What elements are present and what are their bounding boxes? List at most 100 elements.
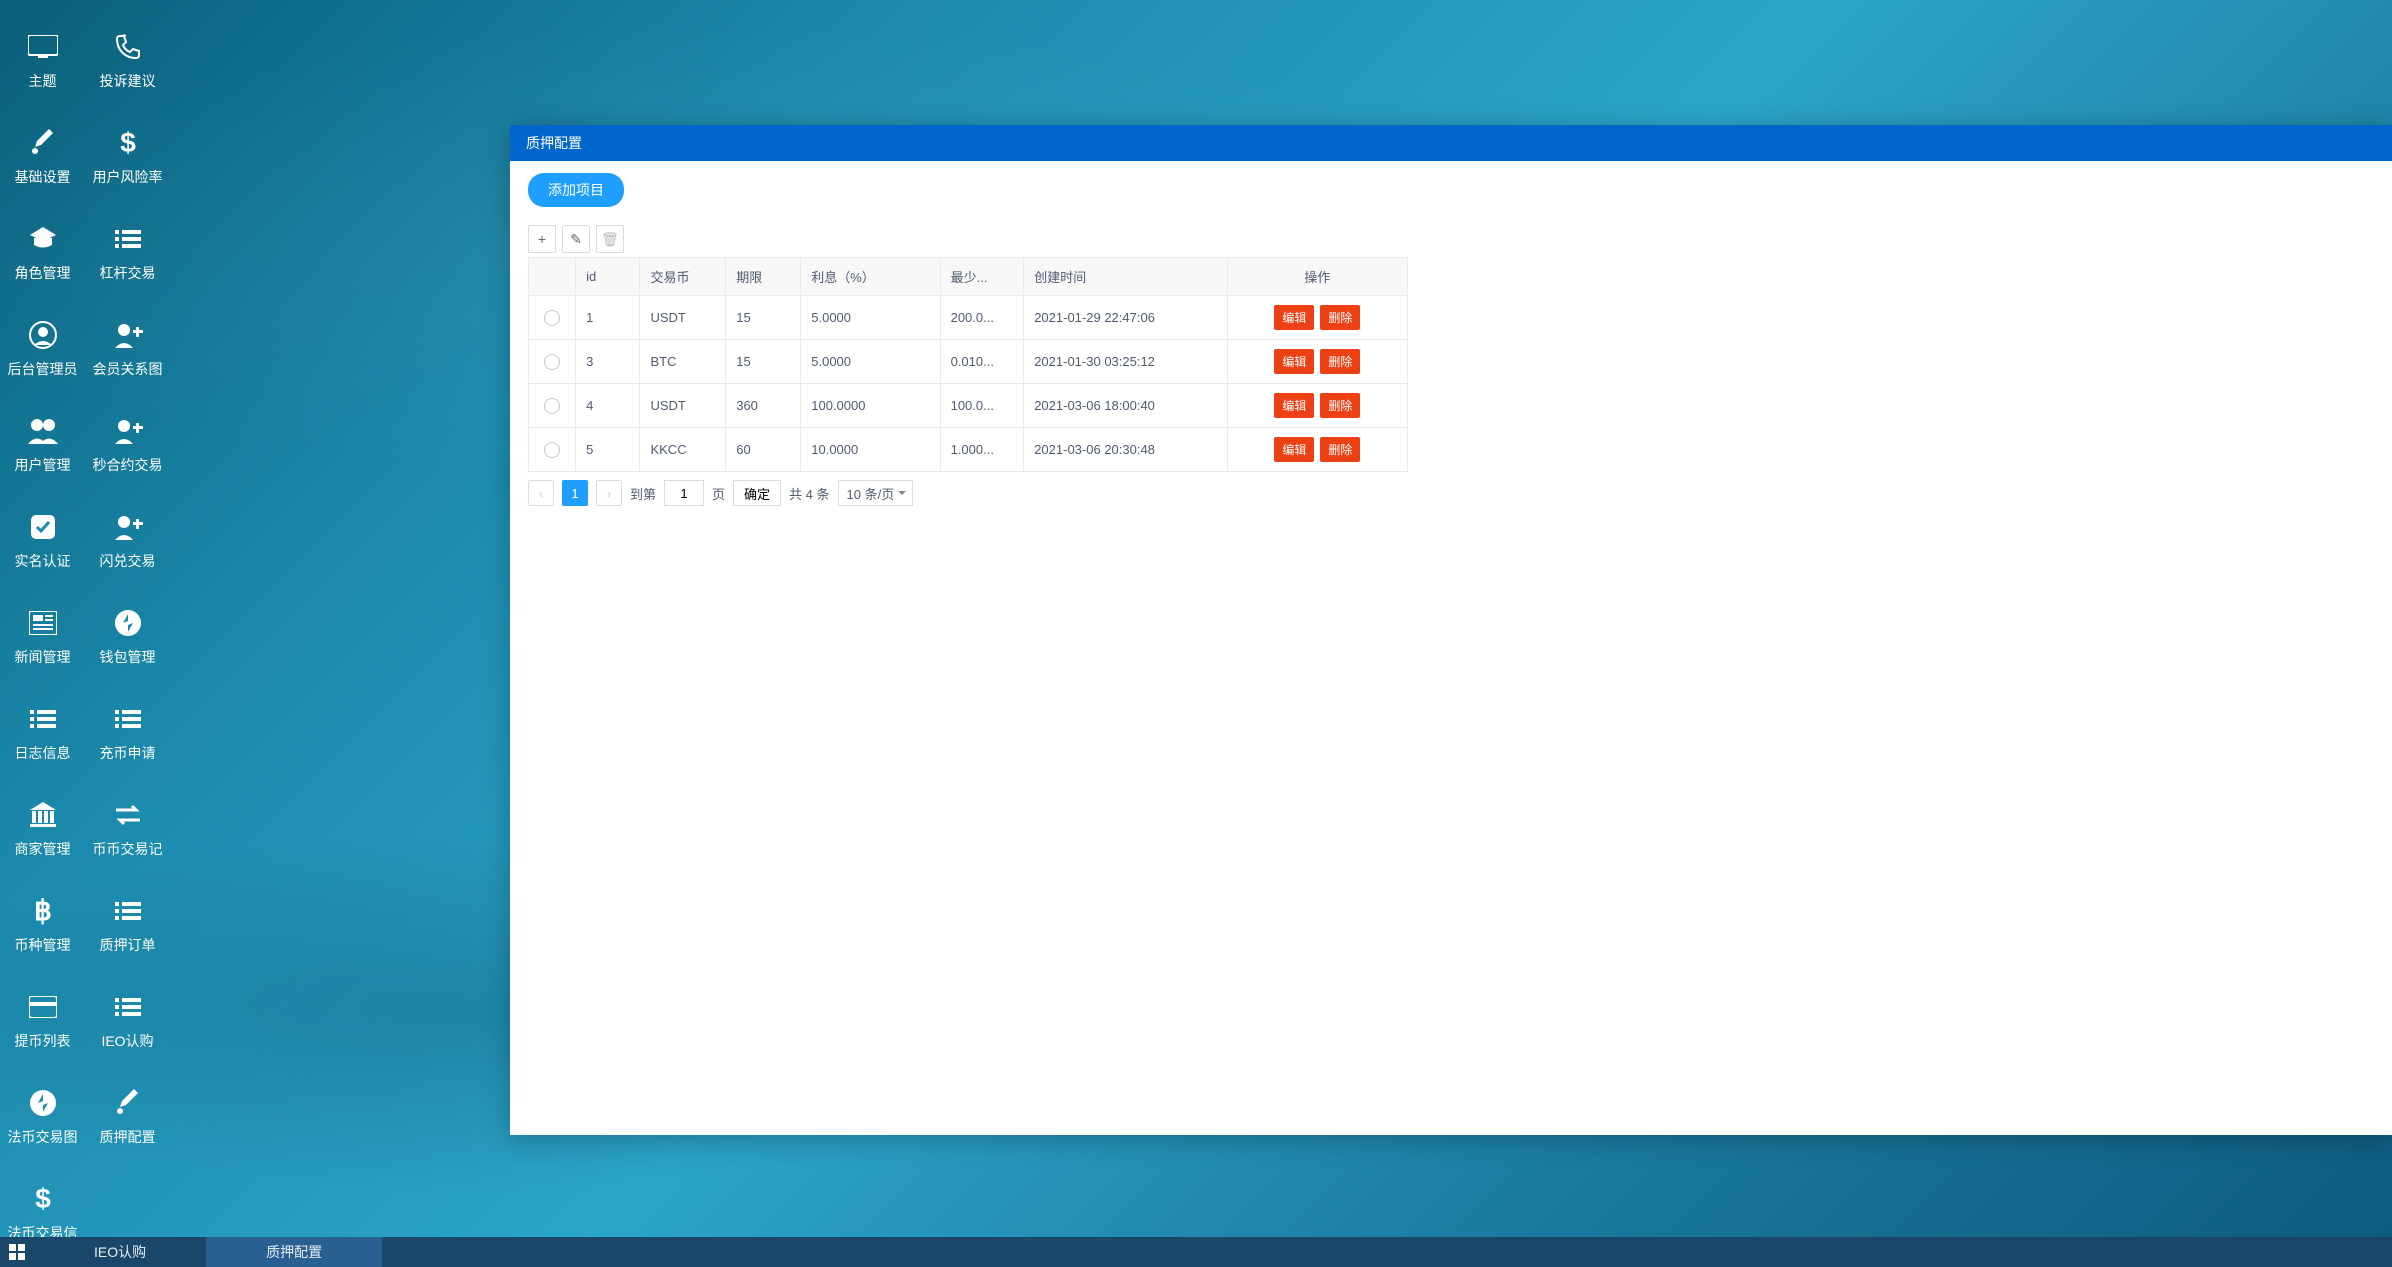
cell-min: 200.0...: [940, 296, 1024, 340]
cell-rate: 5.0000: [801, 296, 940, 340]
desktop-icon-basic-settings[interactable]: 基础设置: [0, 106, 85, 202]
desktop-icon-member-relation[interactable]: 会员关系图: [85, 298, 170, 394]
cell-min: 1.000...: [940, 428, 1024, 472]
chevron-right-icon: ›: [607, 486, 611, 501]
desktop-icon-fiat-chart[interactable]: 法币交易图: [0, 1066, 85, 1162]
cell-id: 3: [576, 340, 640, 384]
cell-term: 15: [726, 340, 801, 384]
windows-icon: [9, 1244, 25, 1260]
page-size-value: 10 条/页: [847, 484, 895, 503]
page-size-select[interactable]: 10 条/页: [838, 480, 914, 506]
taskbar-item-ieo[interactable]: IEO认购: [34, 1237, 206, 1267]
row-edit-button[interactable]: 编辑: [1274, 393, 1314, 418]
col-checkbox: [529, 258, 576, 296]
row-delete-button[interactable]: 删除: [1320, 305, 1360, 330]
row-edit-button[interactable]: 编辑: [1274, 437, 1314, 462]
cell-op: 编辑删除: [1227, 428, 1407, 472]
desktop-icon-admin[interactable]: 后台管理员: [0, 298, 85, 394]
desktop-icon-label: 投诉建议: [100, 71, 156, 91]
row-delete-button[interactable]: 删除: [1320, 393, 1360, 418]
cell-coin: KKCC: [640, 428, 726, 472]
goto-page-input[interactable]: [664, 480, 704, 506]
desktop-icon-ieo[interactable]: IEO认购: [85, 970, 170, 1066]
desktop-icon-pledge-order[interactable]: 质押订单: [85, 874, 170, 970]
goto-confirm-button[interactable]: 确定: [733, 480, 781, 506]
desktop-icon-label: 闪兑交易: [100, 551, 156, 571]
desktop-icon-theme[interactable]: 主题: [0, 10, 85, 106]
cell-op: 编辑删除: [1227, 340, 1407, 384]
add-item-button[interactable]: 添加项目: [528, 173, 624, 207]
table-add-button[interactable]: +: [528, 225, 556, 253]
cell-term: 360: [726, 384, 801, 428]
row-edit-button[interactable]: 编辑: [1274, 305, 1314, 330]
table-action-bar: + ✎ 🗑: [528, 217, 2374, 257]
plus-icon: +: [538, 231, 546, 247]
desktop-icon-risk-rate[interactable]: $用户风险率: [85, 106, 170, 202]
desktop-icon-pledge-config[interactable]: 质押配置: [85, 1066, 170, 1162]
page-next-button[interactable]: ›: [596, 480, 622, 506]
start-button[interactable]: [0, 1237, 34, 1267]
cell-rate: 100.0000: [801, 384, 940, 428]
desktop-icon-withdraw-list[interactable]: 提币列表: [0, 970, 85, 1066]
row-delete-button[interactable]: 删除: [1320, 349, 1360, 374]
desktop-icon-role-manage[interactable]: 角色管理: [0, 202, 85, 298]
pencil-icon: ✎: [570, 231, 582, 248]
desktop-icon-coin-type[interactable]: ฿币种管理: [0, 874, 85, 970]
table-row: 1USDT155.0000200.0...2021-01-29 22:47:06…: [529, 296, 1408, 340]
cell-id: 1: [576, 296, 640, 340]
desktop-icon-second-contract[interactable]: 秒合约交易: [85, 394, 170, 490]
row-delete-button[interactable]: 删除: [1320, 437, 1360, 462]
desktop-icon-label: 实名认证: [15, 551, 71, 571]
row-checkbox[interactable]: [544, 354, 560, 370]
window-title: 质押配置: [526, 133, 582, 153]
desktop-icon-coin-trade-rec[interactable]: 币币交易记: [85, 778, 170, 874]
desktop-icon-wallet[interactable]: 钱包管理: [85, 586, 170, 682]
desktop-icon-news[interactable]: 新闻管理: [0, 586, 85, 682]
row-checkbox[interactable]: [544, 398, 560, 414]
row-checkbox[interactable]: [544, 442, 560, 458]
row-edit-button[interactable]: 编辑: [1274, 349, 1314, 374]
col-min: 最少...: [940, 258, 1024, 296]
desktop-icons-grid: 主题 投诉建议 基础设置 $用户风险率 角色管理 杠杆交易 后台管理员 会员关系…: [0, 10, 170, 1258]
desktop-icon-label: 杠杆交易: [100, 263, 156, 283]
desktop-icon-label: IEO认购: [101, 1031, 153, 1051]
desktop-icon-label: 商家管理: [15, 839, 71, 859]
cell-time: 2021-03-06 20:30:48: [1024, 428, 1228, 472]
desktop-icon-label: 后台管理员: [8, 359, 78, 379]
col-term: 期限: [726, 258, 801, 296]
trash-icon: 🗑: [601, 231, 619, 248]
row-checkbox[interactable]: [544, 310, 560, 326]
taskbar-item-pledge-config[interactable]: 质押配置: [206, 1237, 382, 1267]
col-coin: 交易币: [640, 258, 726, 296]
window-toolbar: 添加项目: [510, 161, 2392, 213]
desktop-icon-log[interactable]: 日志信息: [0, 682, 85, 778]
desktop-icon-flash-exchange[interactable]: 闪兑交易: [85, 490, 170, 586]
page-number-1[interactable]: 1: [562, 480, 588, 506]
desktop-icon-merchant[interactable]: 商家管理: [0, 778, 85, 874]
desktop-icon-user-manage[interactable]: 用户管理: [0, 394, 85, 490]
table-delete-button[interactable]: 🗑: [596, 225, 624, 253]
goto-label-suffix: 页: [712, 484, 725, 503]
window-title-bar[interactable]: 质押配置: [510, 125, 2392, 161]
table-row: 3BTC155.00000.010...2021-01-30 03:25:12编…: [529, 340, 1408, 384]
desktop-icon-label: 角色管理: [15, 263, 71, 283]
table-header-row: id 交易币 期限 利息（%） 最少... 创建时间 操作: [529, 258, 1408, 296]
desktop-icon-label: 主题: [29, 71, 57, 91]
chevron-left-icon: ‹: [539, 486, 543, 501]
cell-term: 15: [726, 296, 801, 340]
desktop-icon-complaint[interactable]: 投诉建议: [85, 10, 170, 106]
desktop-icon-deposit[interactable]: 充币申请: [85, 682, 170, 778]
desktop-icon-kyc[interactable]: 实名认证: [0, 490, 85, 586]
pledge-config-window: 质押配置 添加项目 + ✎ 🗑 id 交易币 期限 利息（%） 最少... 创建…: [510, 125, 2392, 1135]
cell-coin: USDT: [640, 384, 726, 428]
table-edit-button[interactable]: ✎: [562, 225, 590, 253]
goto-label-prefix: 到第: [630, 484, 656, 503]
pledge-table: id 交易币 期限 利息（%） 最少... 创建时间 操作 1USDT155.0…: [528, 257, 1408, 472]
cell-min: 0.010...: [940, 340, 1024, 384]
cell-term: 60: [726, 428, 801, 472]
table-row: 5KKCC6010.00001.000...2021-03-06 20:30:4…: [529, 428, 1408, 472]
desktop-icon-label: 币币交易记: [93, 839, 163, 859]
col-id: id: [576, 258, 640, 296]
desktop-icon-leverage[interactable]: 杠杆交易: [85, 202, 170, 298]
page-prev-button[interactable]: ‹: [528, 480, 554, 506]
